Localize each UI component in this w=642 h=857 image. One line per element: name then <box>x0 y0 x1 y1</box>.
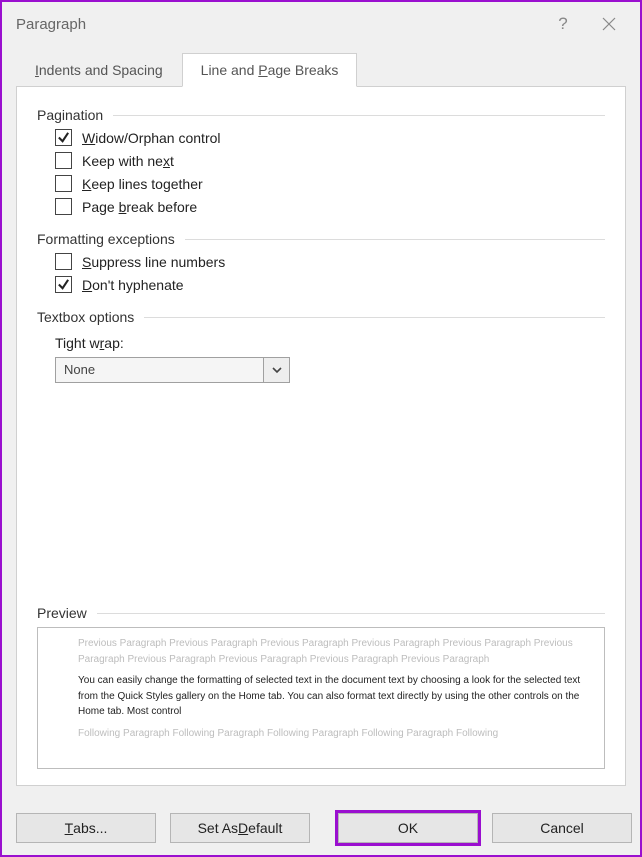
group-label: Textbox options <box>37 309 134 325</box>
titlebar: Paragraph ? <box>2 2 640 46</box>
tab-strip: Indents and Spacing Line and Page Breaks <box>2 46 640 86</box>
group-textbox-options: Textbox options <box>37 309 605 325</box>
checkbox-dont-hyphenate[interactable]: Don't hyphenate <box>55 276 605 293</box>
checkbox-label: Keep lines together <box>82 176 203 192</box>
chevron-down-icon <box>272 365 282 375</box>
checkbox-box[interactable] <box>55 175 72 192</box>
cancel-button[interactable]: Cancel <box>492 813 632 843</box>
preview-previous-text: Previous Paragraph Previous Paragraph Pr… <box>78 636 588 667</box>
tight-wrap-label: Tight wrap: <box>55 335 605 351</box>
preview-following-text: Following Paragraph Following Paragraph … <box>78 726 588 742</box>
group-label: Formatting exceptions <box>37 231 175 247</box>
close-icon <box>602 17 616 31</box>
checkbox-keep-lines-together[interactable]: Keep lines together <box>55 175 605 192</box>
checkbox-box[interactable] <box>55 198 72 215</box>
select-value: None <box>56 358 263 382</box>
preview-box: Previous Paragraph Previous Paragraph Pr… <box>37 627 605 769</box>
window-title: Paragraph <box>16 16 86 33</box>
check-icon <box>57 131 70 144</box>
checkbox-page-break-before[interactable]: Page break before <box>55 198 605 215</box>
tab-panel: Pagination Widow/Orphan control Keep wit… <box>16 86 626 786</box>
checkbox-box[interactable] <box>55 129 72 146</box>
close-button[interactable] <box>586 8 632 40</box>
checkbox-label: Keep with next <box>82 153 174 169</box>
check-icon <box>57 278 70 291</box>
checkbox-box[interactable] <box>55 152 72 169</box>
group-label: Preview <box>37 605 87 621</box>
checkbox-keep-with-next[interactable]: Keep with next <box>55 152 605 169</box>
tab-indents-spacing[interactable]: Indents and Spacing <box>16 53 182 87</box>
set-as-default-button[interactable]: Set As Default <box>170 813 310 843</box>
group-pagination: Pagination <box>37 107 605 123</box>
select-dropdown-button[interactable] <box>263 358 289 382</box>
checkbox-label: Don't hyphenate <box>82 277 184 293</box>
checkbox-label: Page break before <box>82 199 197 215</box>
checkbox-suppress-line-numbers[interactable]: Suppress line numbers <box>55 253 605 270</box>
tabs-button[interactable]: Tabs... <box>16 813 156 843</box>
tight-wrap-select[interactable]: None <box>55 357 290 383</box>
help-button[interactable]: ? <box>540 14 586 34</box>
checkbox-label: Widow/Orphan control <box>82 130 221 146</box>
ok-button[interactable]: OK <box>338 813 478 843</box>
checkbox-widow-orphan[interactable]: Widow/Orphan control <box>55 129 605 146</box>
group-preview: Preview <box>37 605 605 621</box>
checkbox-box[interactable] <box>55 276 72 293</box>
group-label: Pagination <box>37 107 103 123</box>
group-formatting-exceptions: Formatting exceptions <box>37 231 605 247</box>
checkbox-box[interactable] <box>55 253 72 270</box>
tab-line-page-breaks[interactable]: Line and Page Breaks <box>182 53 358 87</box>
checkbox-label: Suppress line numbers <box>82 254 225 270</box>
button-row: Tabs... Set As Default OK Cancel <box>16 813 626 843</box>
preview-body-text: You can easily change the formatting of … <box>78 673 588 720</box>
